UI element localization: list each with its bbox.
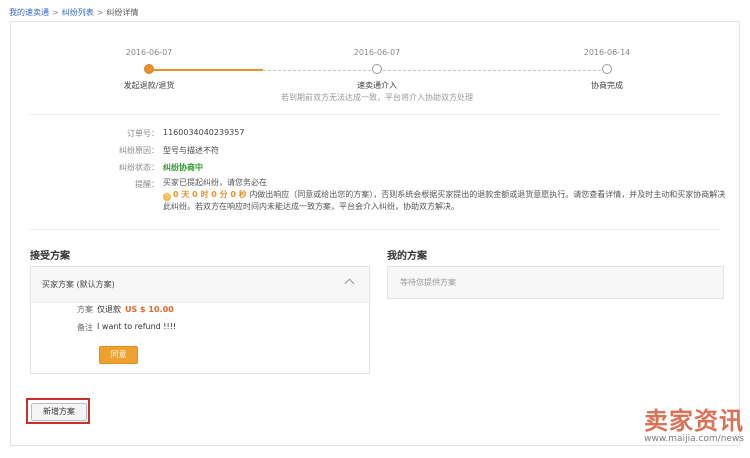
breadcrumb: 我的速卖通 > 纠纷列表 > 纠纷详情 bbox=[9, 7, 138, 18]
step-2-dot bbox=[372, 64, 382, 74]
breadcrumb-separator: > bbox=[52, 8, 59, 17]
plan-type: 仅退款 bbox=[97, 305, 121, 314]
step-3-dot bbox=[602, 64, 612, 74]
step-2-date: 2016-06-07 bbox=[353, 48, 401, 57]
order-number-label: 订单号： bbox=[127, 129, 159, 138]
accept-plan-title: 接受方案 bbox=[30, 251, 70, 262]
breadcrumb-current: 纠纷详情 bbox=[106, 8, 139, 17]
watermark-logo: 卖家资讯 www.maijia.com/news bbox=[644, 408, 744, 444]
reminder-label: 提醒： bbox=[135, 180, 159, 189]
countdown-timer: 0 天 0 时 0 分 0 秒 bbox=[173, 190, 247, 199]
step-3-label: 协商完成 bbox=[591, 81, 623, 90]
dispute-status-label: 纠纷状态： bbox=[119, 163, 159, 172]
my-plan-placeholder: 等待您提供方案 bbox=[400, 278, 456, 287]
my-plan-box: 等待您提供方案 bbox=[387, 266, 724, 299]
breadcrumb-list-link[interactable]: 纠纷列表 bbox=[62, 8, 94, 17]
plan-value: 仅退款 US $ 10.00 bbox=[97, 304, 174, 315]
dispute-detail-panel: 2016-06-07 2016-06-07 2016-06-14 发起退款/退货… bbox=[10, 21, 740, 446]
agree-button[interactable]: 同意 bbox=[99, 346, 138, 364]
step-2-label: 速卖通介入 bbox=[357, 81, 397, 90]
watermark-url: www.maijia.com/news bbox=[644, 434, 744, 444]
refund-amount: US $ 10.00 bbox=[125, 305, 174, 314]
dispute-status-value: 纠纷协商中 bbox=[163, 163, 203, 172]
buyer-plan-header-text: 买家方案 (默认方案) bbox=[42, 280, 115, 289]
buyer-plan-header[interactable]: 买家方案 (默认方案) bbox=[31, 267, 369, 303]
plan-label: 方案 bbox=[77, 305, 93, 314]
progress-track-pending bbox=[263, 70, 601, 71]
clock-icon: ◷ bbox=[163, 193, 171, 201]
add-plan-button[interactable]: 新增方案 bbox=[31, 403, 87, 421]
reminder-body: ◷ 0 天 0 时 0 分 0 秒 内做出响应（同意或给出您的方案），否则系统会根… bbox=[163, 189, 733, 213]
my-plan-title: 我的方案 bbox=[387, 251, 427, 262]
breadcrumb-separator: > bbox=[96, 8, 104, 17]
divider bbox=[29, 229, 719, 230]
chevron-up-icon[interactable] bbox=[344, 278, 355, 289]
divider bbox=[29, 114, 719, 115]
order-number-value: 1160034040239357 bbox=[163, 128, 245, 137]
step-1-label: 发起退款/退货 bbox=[123, 81, 175, 90]
dispute-reason-value: 型号与描述不符 bbox=[163, 146, 219, 155]
reminder-rest: 内做出响应（同意或给出您的方案），否则系统会根据买家提出的退款金额或退货意愿执行… bbox=[163, 190, 726, 211]
step-1-dot bbox=[144, 64, 154, 74]
dispute-reason-label: 纠纷原因： bbox=[119, 146, 159, 155]
progress-track-done bbox=[149, 69, 263, 71]
reminder-line-1: 买家已提起纠纷，请您务必在 bbox=[163, 178, 267, 187]
step-2-subtitle: 若到期前双方无法达成一致，平台将介入协助双方处理 bbox=[281, 93, 473, 102]
add-plan-highlight: 新增方案 bbox=[26, 398, 90, 424]
remark-label: 备注 bbox=[77, 323, 93, 332]
reminder-text: 买家已提起纠纷，请您务必在 ◷ 0 天 0 时 0 分 0 秒 内做出响应（同意或… bbox=[163, 177, 733, 213]
remark-value: I want to refund !!!! bbox=[97, 322, 177, 331]
breadcrumb-home-link[interactable]: 我的速卖通 bbox=[9, 8, 49, 17]
step-3-date: 2016-06-14 bbox=[583, 48, 631, 57]
step-1-date: 2016-06-07 bbox=[125, 48, 173, 57]
buyer-plan-card: 买家方案 (默认方案) bbox=[30, 266, 370, 374]
watermark-text: 卖家资讯 bbox=[644, 407, 744, 435]
